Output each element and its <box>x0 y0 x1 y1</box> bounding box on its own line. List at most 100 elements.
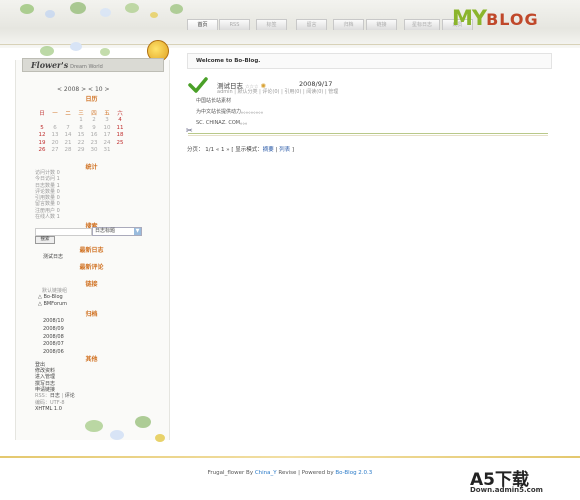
calendar-day: 25 <box>116 139 124 146</box>
entry-body-line: 中国站长站素材 <box>196 98 232 104</box>
footer-engine-link[interactable]: Bo-Blog 2.0.3 <box>335 470 372 476</box>
checkmark-icon <box>188 77 208 93</box>
nav-tab-rss[interactable]: RSS <box>219 19 250 30</box>
archive-link[interactable]: 2008/09 <box>43 326 64 334</box>
calendar-day: 23 <box>90 139 98 146</box>
calendar-day: 18 <box>116 132 124 138</box>
calendar-day: 29 <box>77 147 85 153</box>
pager-prefix: 分页： <box>187 147 204 153</box>
calendar-day: 17 <box>103 132 111 138</box>
nav-tab-starred[interactable]: 星标日志 <box>404 19 440 30</box>
archive-list: 2008/10 2008/09 2008/08 2008/07 2008/06 <box>43 318 64 357</box>
entry-date: 2008/9/17 <box>299 80 333 88</box>
pager-mode-label: [ 显示模式： <box>231 147 263 153</box>
calendar-day: 1 <box>79 117 83 123</box>
latest-comments-heading: 最新评论 <box>79 264 104 271</box>
calendar-day: 6 <box>53 124 57 131</box>
archive-link[interactable]: 2008/08 <box>43 334 64 342</box>
nav-tab-home[interactable]: 首页 <box>187 19 218 30</box>
rss-row: RSS：日志 | 评论 <box>35 392 75 399</box>
site-logo: MYBLOG <box>452 6 539 30</box>
calendar-day: 14 <box>64 132 72 138</box>
calendar-day: 19 <box>38 139 46 146</box>
search-type-select[interactable]: 日志标题 ▼ <box>92 227 142 236</box>
calendar-weekday: 一 <box>52 111 58 117</box>
entry-body-line: 为中文站长提供动力。。。。。。。。。 <box>196 109 267 115</box>
calendar-nav[interactable]: < 2008 > < 10 > <box>57 86 110 93</box>
calendar-weekday: 日 <box>39 111 45 117</box>
calendar-weekday: 五 <box>104 111 110 117</box>
calendar-day: 27 <box>51 147 59 153</box>
pager-current[interactable]: 1 <box>221 147 225 153</box>
calendar-day: 9 <box>92 124 96 131</box>
calendar-weekday: 三 <box>78 111 84 117</box>
calendar-day: 24 <box>103 139 111 146</box>
search-input[interactable] <box>35 228 92 236</box>
entry-divider-shadow <box>188 135 548 136</box>
calendar-day: 16 <box>90 132 98 138</box>
footer-author-link[interactable]: China_Y <box>255 470 277 476</box>
pager-mode-close: ] <box>290 147 295 153</box>
nav-tab-guestbook[interactable]: 留言 <box>296 19 327 30</box>
other-list: 登出 修改资料 进入管理 撰写日志 申请链接 <box>35 362 55 393</box>
calendar-day: 21 <box>64 139 72 146</box>
link-item[interactable]: △ Bo-Blog <box>38 294 63 300</box>
pager-last[interactable]: » <box>226 147 229 153</box>
calendar-day: 5 <box>40 124 44 131</box>
calendar-day: 10 <box>103 124 111 131</box>
archive-heading: 归档 <box>85 311 98 318</box>
pager: 分页： 1/1 « 1 » [ 显示模式：摘要 | 列表 ] <box>187 145 294 153</box>
mode-summary-link[interactable]: 摘要 <box>263 147 274 153</box>
other-link[interactable]: 进入管理 <box>35 374 55 380</box>
calendar-day: 22 <box>77 139 85 146</box>
stats-list: 访问计数 0 今日访问 1 日志数量 1 评论数量 0 引用数量 0 留言数量 0 注册用户… <box>35 170 135 220</box>
entry-meta[interactable]: admin | 默认分类 | 评论(0) | 引用(0) | 阅读(0) | 管… <box>217 88 338 95</box>
calendar-weekday: 六 <box>117 111 123 117</box>
welcome-text: Welcome to Bo-Blog. <box>196 58 261 64</box>
footer-prefix: Frugal_flower By <box>207 470 255 476</box>
nav-tab-links[interactable]: 链接 <box>366 19 397 30</box>
calendar-grid: 日一二三四五六 1 2 3 4 5 6 7 8 9 10 11 12 13 14 15 16 17 18 19 20 21… <box>36 111 136 162</box>
nav-tab-tags[interactable]: 标签 <box>256 19 287 30</box>
calendar-day: 11 <box>116 124 124 131</box>
other-link[interactable]: 撰写日志 <box>35 381 55 387</box>
encoding-label: 编码：UTF-8 <box>35 400 65 406</box>
links-group-label: 默认链接组 <box>42 288 68 294</box>
logo-blog: BLOG <box>486 10 539 29</box>
search-button[interactable]: 搜索 <box>35 236 55 244</box>
pager-first[interactable]: « <box>216 147 219 153</box>
calendar-day: 28 <box>64 147 72 153</box>
bottom-flower-decoration <box>15 410 170 450</box>
calendar-day: 2 <box>92 117 96 123</box>
sidebar-subtitle: Dream World <box>70 64 103 70</box>
link-item[interactable]: △ BMForum <box>38 301 67 307</box>
welcome-bar: Welcome to Bo-Blog. <box>187 53 552 69</box>
watermark-url: Down.admin5.com <box>470 486 543 494</box>
stat-row: 在线人数 1 <box>35 214 60 221</box>
footer-divider <box>0 456 580 458</box>
logo-my: MY <box>452 6 487 30</box>
nav-tab-archive[interactable]: 归档 <box>333 19 364 30</box>
calendar-heading: 日历 <box>85 96 98 103</box>
calendar-day: 26 <box>38 147 46 153</box>
link-label: Bo-Blog <box>43 294 63 300</box>
calendar-weekday: 二 <box>65 111 71 117</box>
archive-link[interactable]: 2008/07 <box>43 341 64 349</box>
archive-link[interactable]: 2008/10 <box>43 318 64 326</box>
latest-post-link[interactable]: 测试日志 <box>43 253 63 260</box>
sidebar-title: Flower's <box>31 60 69 70</box>
calendar-day: 3 <box>105 117 109 123</box>
calendar-day: 15 <box>77 132 85 138</box>
link-label: BMForum <box>43 301 68 307</box>
rss-comments-link[interactable]: 评论 <box>65 393 75 399</box>
calendar-day: 20 <box>51 139 59 146</box>
calendar-day: 12 <box>38 132 46 138</box>
chevron-down-icon: ▼ <box>134 228 141 235</box>
mode-list-link[interactable]: 列表 <box>279 147 290 153</box>
calendar-day: 7 <box>66 124 70 131</box>
links-heading: 链接 <box>85 281 98 288</box>
pager-pages: 1/1 <box>205 147 215 153</box>
footer-mid: Revise | Powered by <box>276 470 336 476</box>
entry-divider <box>188 133 548 134</box>
entry-body-line: SC. CHINAZ. COM。。。 <box>196 120 251 126</box>
